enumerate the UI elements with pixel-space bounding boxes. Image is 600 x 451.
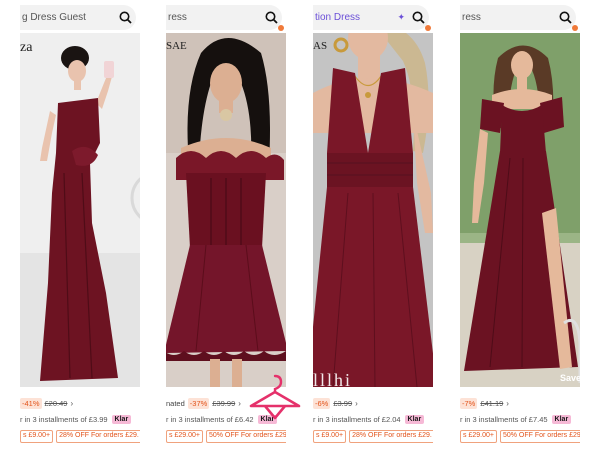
price-row[interactable]: -7% £41.19 › <box>460 396 580 410</box>
old-price: £39.99 <box>212 398 236 408</box>
search-query[interactable]: g Dress Guest <box>22 12 114 23</box>
promo-tag-discount[interactable]: 28% OFF For orders £29. <box>349 430 433 443</box>
product-card-1[interactable]: g Dress Guest za -41% £20.49 › r in 3 in… <box>20 0 140 451</box>
brand-watermark: SAE <box>166 40 187 52</box>
promo-row[interactable]: s £29.00+ 50% OFF For orders £29. <box>460 430 580 443</box>
search-bar[interactable]: g Dress Guest <box>20 5 136 30</box>
price-row[interactable]: -6% £3.99 › <box>313 396 433 410</box>
installments-text: r in 3 installments of £2.04 <box>313 414 401 424</box>
brand-watermark: AS <box>313 40 328 52</box>
klarna-badge: Klar <box>551 414 572 424</box>
notification-dot <box>278 25 284 31</box>
chevron-right-icon: › <box>70 398 74 408</box>
promo-tag-discount[interactable]: 28% OFF For orders £29. <box>56 430 140 443</box>
search-query[interactable]: tion Dress <box>315 12 397 23</box>
promo-tag-discount[interactable]: 50% OFF For orders £29. <box>205 430 286 443</box>
old-price: £41.19 <box>480 398 504 408</box>
price-row[interactable]: -41% £20.49 › <box>20 396 140 410</box>
promo-row[interactable]: s £9.00+ 28% OFF For orders £29. <box>20 430 140 443</box>
search-bar[interactable]: tion Dress ✦ <box>313 5 431 31</box>
promo-row[interactable]: s £29.00+ 50% OFF For orders £29. <box>166 430 286 443</box>
image-overlay-text: lllhi <box>313 370 353 388</box>
promo-tag-shipping[interactable]: s £29.00+ <box>460 430 497 443</box>
save-label[interactable]: Save <box>560 373 580 383</box>
promo-tag-shipping[interactable]: s £29.00+ <box>166 430 203 443</box>
installments-text: r in 3 installments of £6.42 <box>166 414 254 424</box>
installments-text: r in 3 installments of £7.45 <box>460 414 548 424</box>
discount-badge: -37% <box>187 397 210 409</box>
promo-tag-shipping[interactable]: s £9.00+ <box>20 430 54 443</box>
notification-dot <box>572 25 578 31</box>
price-label: nated <box>166 398 185 408</box>
discount-badge: -41% <box>20 397 42 409</box>
product-image[interactable] <box>20 33 140 387</box>
product-card-4[interactable]: ress Save -7% £41.19 › r in 3 installmen… <box>460 0 580 451</box>
promo-row[interactable]: s £9.00+ 28% OFF For orders £29. <box>313 430 433 443</box>
installments-row[interactable]: r in 3 installments of £7.45 Klar <box>460 413 580 425</box>
promo-tag-discount[interactable]: 50% OFF For orders £29. <box>499 430 580 443</box>
product-image[interactable] <box>460 33 580 387</box>
installments-row[interactable]: r in 3 installments of £2.04 Klar <box>313 413 433 425</box>
hanger-icon <box>247 370 303 424</box>
product-card-3[interactable]: tion Dress ✦ AS lllhi -6% £3.99 › r in 3… <box>313 0 433 451</box>
discount-badge: -6% <box>313 397 331 409</box>
search-bar[interactable]: ress <box>166 5 284 31</box>
search-bar[interactable]: ress <box>460 5 578 31</box>
search-icon[interactable] <box>114 7 136 29</box>
old-price: £20.49 <box>44 398 68 408</box>
product-image[interactable] <box>313 33 433 387</box>
old-price: £3.99 <box>333 398 353 408</box>
sparkle-icon: ✦ <box>397 12 405 22</box>
chevron-right-icon: › <box>238 398 241 408</box>
brand-watermark: za <box>20 40 33 55</box>
search-query[interactable]: ress <box>168 12 260 23</box>
discount-badge: -7% <box>460 397 478 409</box>
search-query[interactable]: ress <box>462 12 554 23</box>
klarna-badge: Klar <box>111 414 132 424</box>
installments-text: r in 3 installments of £3.99 <box>20 414 108 424</box>
notification-dot <box>425 25 431 31</box>
klarna-badge: Klar <box>404 414 425 424</box>
chevron-right-icon: › <box>506 398 509 408</box>
chevron-right-icon: › <box>355 398 358 408</box>
promo-tag-shipping[interactable]: s £9.00+ <box>313 430 347 443</box>
installments-row[interactable]: r in 3 installments of £3.99 Klar <box>20 413 140 425</box>
product-image[interactable] <box>166 33 286 387</box>
